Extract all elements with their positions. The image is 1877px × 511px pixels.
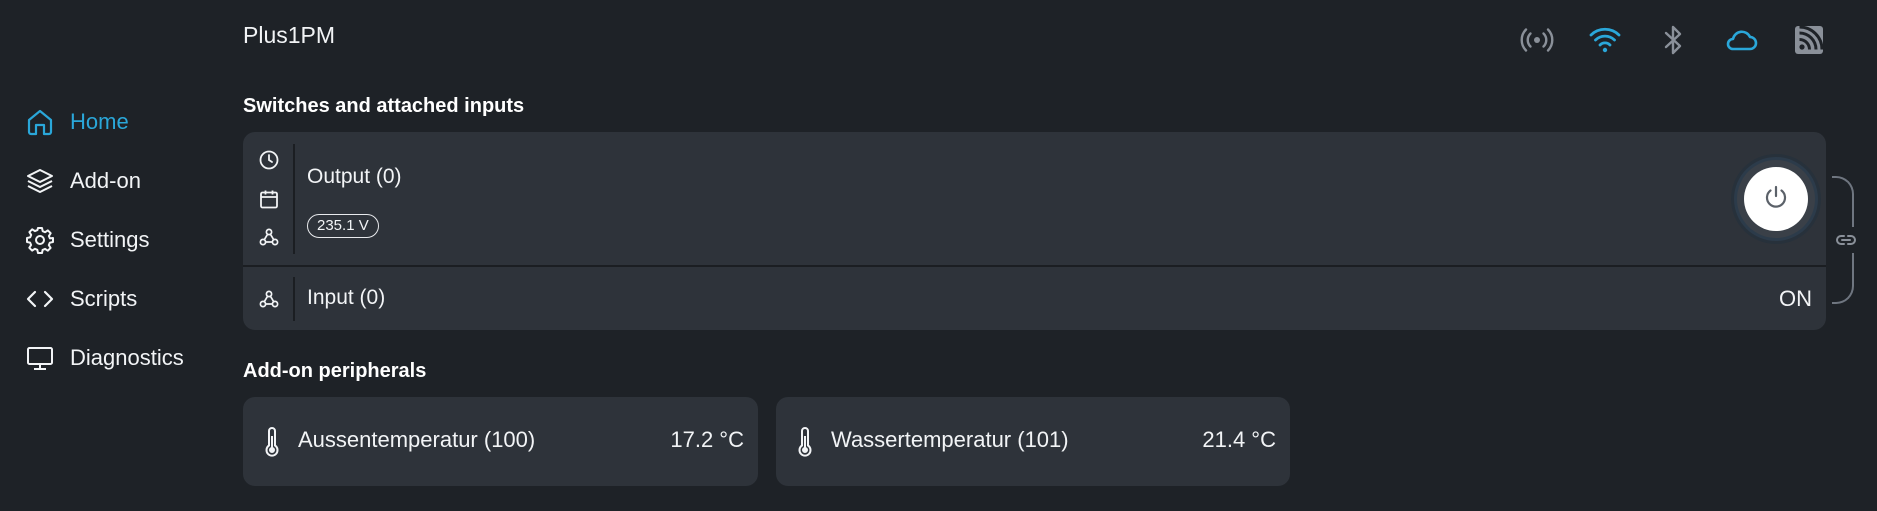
output-name: Output (0)	[307, 165, 402, 188]
sidebar-item-label: Diagnostics	[70, 344, 184, 370]
sidebar: Home Add-on Settings Scripts Diagnostics	[0, 92, 220, 387]
sidebar-item-label: Add-on	[70, 167, 141, 193]
sidebar-item-addon[interactable]: Add-on	[0, 151, 220, 210]
rss-icon[interactable]	[1775, 20, 1843, 60]
output-row[interactable]: Output (0) 235.1 V	[243, 132, 1826, 265]
sidebar-item-diagnostics[interactable]: Diagnostics	[0, 328, 220, 387]
input-row[interactable]: Input (0) ON	[243, 267, 1826, 330]
sensor-value: 17.2 °C	[670, 427, 744, 452]
sidebar-item-label: Settings	[70, 226, 150, 252]
broadcast-icon[interactable]	[1503, 20, 1571, 60]
sidebar-item-label: Scripts	[70, 285, 138, 311]
switch-card: Output (0) 235.1 V Input (0) ON	[243, 132, 1826, 330]
sensor-value: 21.4 °C	[1202, 427, 1276, 452]
thermometer-icon	[259, 426, 285, 458]
monitor-icon	[24, 342, 56, 374]
gear-icon	[24, 224, 56, 256]
status-bar	[1503, 20, 1843, 60]
webhook-icon[interactable]	[258, 226, 280, 248]
input-name: Input (0)	[307, 286, 386, 309]
clock-icon[interactable]	[258, 149, 280, 171]
divider	[293, 144, 295, 254]
bluetooth-icon[interactable]	[1639, 20, 1707, 60]
sensor-name: Wassertemperatur (101)	[831, 427, 1069, 452]
divider	[293, 277, 295, 321]
voltage-badge: 235.1 V	[307, 214, 379, 238]
sidebar-item-scripts[interactable]: Scripts	[0, 269, 220, 328]
wifi-icon[interactable]	[1571, 20, 1639, 60]
input-state: ON	[1779, 286, 1812, 311]
output-icon-column	[243, 132, 295, 265]
webhook-icon[interactable]	[258, 288, 280, 310]
power-toggle-button[interactable]	[1737, 160, 1815, 238]
sidebar-item-settings[interactable]: Settings	[0, 210, 220, 269]
layers-icon	[24, 165, 56, 197]
sensor-name: Aussentemperatur (100)	[298, 427, 536, 452]
power-icon	[1761, 182, 1791, 217]
sensor-card[interactable]: Aussentemperatur (100) 17.2 °C	[243, 397, 758, 486]
input-icon-column	[243, 267, 295, 330]
section-title-addon: Add-on peripherals	[243, 360, 427, 382]
calendar-icon[interactable]	[258, 188, 280, 210]
page-title: Plus1PM	[243, 22, 336, 48]
code-icon	[24, 283, 56, 315]
home-icon	[24, 106, 56, 138]
link-icon[interactable]	[1833, 227, 1859, 253]
power-button-face	[1744, 167, 1808, 231]
section-title-switches: Switches and attached inputs	[243, 95, 525, 117]
sidebar-item-label: Home	[70, 108, 129, 134]
app-root: Plus1PM Home Add-on Settings Scripts Dia…	[0, 0, 1877, 511]
thermometer-icon	[792, 426, 818, 458]
sidebar-item-home[interactable]: Home	[0, 92, 220, 151]
cloud-icon[interactable]	[1707, 20, 1775, 60]
sensor-card[interactable]: Wassertemperatur (101) 21.4 °C	[776, 397, 1290, 486]
